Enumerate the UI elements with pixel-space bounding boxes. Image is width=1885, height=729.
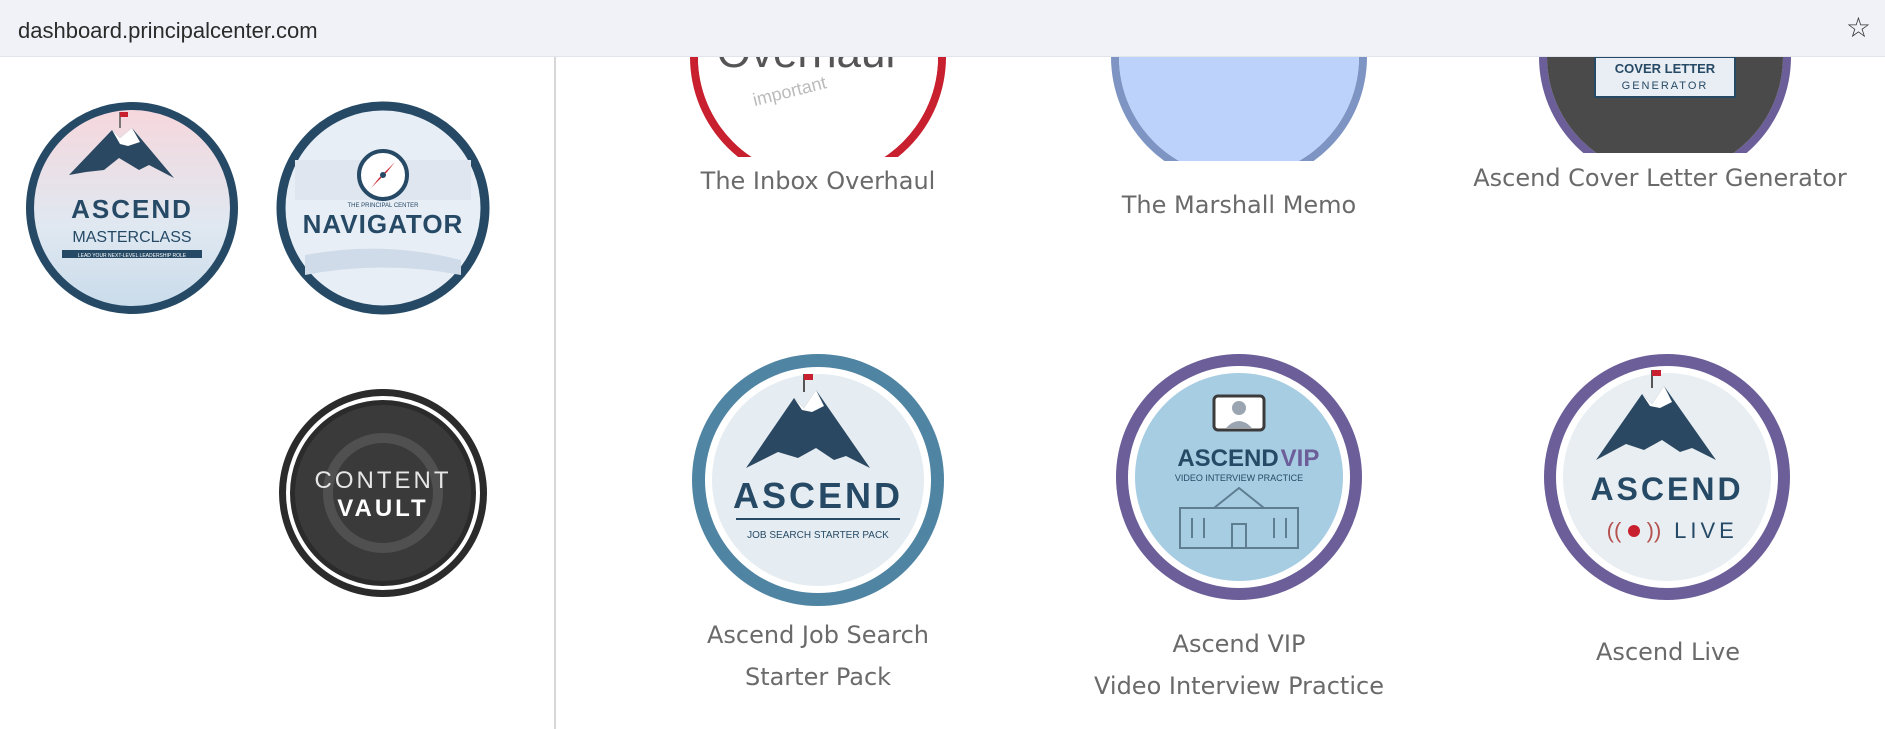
vip-badge-title: ASCEND <box>1177 445 1278 472</box>
compass-icon <box>357 149 409 201</box>
ascend-live-label[interactable]: Ascend Live <box>1510 631 1826 673</box>
job-search-starter-badge[interactable]: ASCEND JOB SEARCH STARTER PACK <box>686 348 950 612</box>
masterclass-tagline: LEAD YOUR NEXT-LEVEL LEADERSHIP ROLE <box>78 253 187 259</box>
job-search-label-line1: Ascend Job Search <box>706 621 930 649</box>
marshall-memo-badge[interactable] <box>1107 57 1371 161</box>
vip-label-line1: Ascend VIP <box>1172 630 1306 658</box>
content-vault-badge[interactable]: CONTENT VAULT <box>275 385 491 601</box>
masterclass-title: ASCEND <box>71 194 193 224</box>
cover-letter-badge[interactable]: COVER LETTER GENERATOR <box>1535 57 1795 153</box>
navigator-title: NAVIGATOR <box>303 209 464 239</box>
job-search-label-line2: Starter Pack <box>744 663 892 691</box>
sidebar-divider <box>554 57 556 729</box>
inbox-overhaul-badge[interactable]: Overhaul important <box>686 57 950 157</box>
job-search-badge-sub: JOB SEARCH STARTER PACK <box>747 530 889 541</box>
ascend-live-badge[interactable]: ASCEND (( )) LIVE <box>1538 348 1796 606</box>
navigator-badge[interactable]: THE PRINCIPAL CENTER NAVIGATOR <box>275 100 491 316</box>
address-bar[interactable]: dashboard.principalcenter.com ☆ <box>0 0 1885 57</box>
marshall-memo-label[interactable]: The Marshall Memo <box>1080 184 1398 226</box>
cover-letter-label[interactable]: Ascend Cover Letter Generator <box>1470 157 1850 199</box>
job-search-badge-title: ASCEND <box>733 475 903 516</box>
ascend-masterclass-badge[interactable]: ASCEND MASTERCLASS LEAD YOUR NEXT-LEVEL … <box>24 100 240 316</box>
vault-line1: CONTENT <box>315 467 452 494</box>
vip-badge-title2: VIP <box>1281 445 1320 472</box>
cover-letter-line1: COVER LETTER <box>1615 61 1716 76</box>
bookmark-star-icon[interactable]: ☆ <box>1846 14 1871 42</box>
vip-label-line2: Video Interview Practice <box>1094 672 1384 700</box>
ascend-vip-badge[interactable]: ASCEND VIP VIDEO INTERVIEW PRACTICE <box>1110 348 1368 606</box>
video-call-icon <box>1212 394 1266 432</box>
vault-line2: VAULT <box>337 495 428 522</box>
masterclass-subtitle: MASTERCLASS <box>72 229 191 246</box>
inbox-overhaul-label[interactable]: The Inbox Overhaul <box>660 160 976 202</box>
job-search-starter-label[interactable]: Ascend Job Search Starter Pack <box>660 614 976 698</box>
vip-badge-sub: VIDEO INTERVIEW PRACTICE <box>1175 473 1303 483</box>
cover-letter-line2: GENERATOR <box>1622 80 1709 92</box>
url-text[interactable]: dashboard.principalcenter.com <box>18 18 318 44</box>
svg-text:((: (( <box>1607 518 1622 543</box>
live-badge-sub: LIVE <box>1674 518 1738 543</box>
svg-text:)): )) <box>1647 518 1662 543</box>
inbox-badge-text: Overhaul <box>717 57 896 77</box>
live-badge-title: ASCEND <box>1590 471 1743 507</box>
ascend-vip-label[interactable]: Ascend VIP Video Interview Practice <box>1060 623 1418 707</box>
